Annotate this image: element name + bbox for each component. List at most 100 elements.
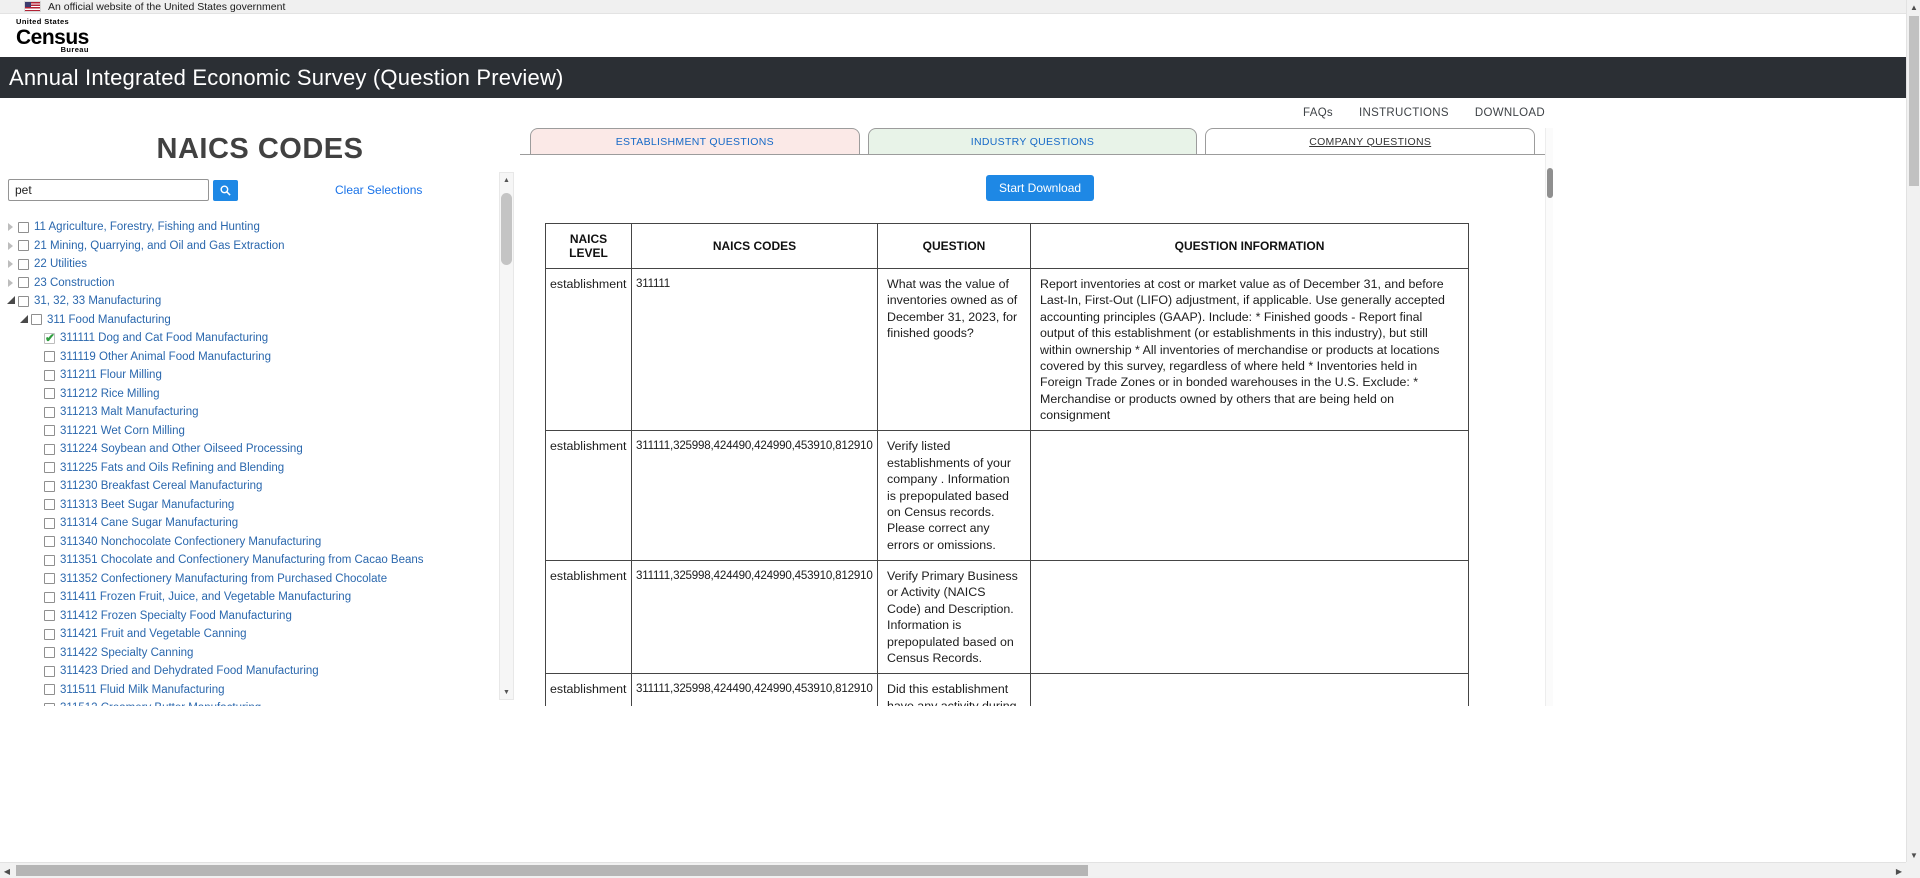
scroll-down-icon[interactable]: ▼ bbox=[500, 685, 513, 699]
checkbox-icon[interactable] bbox=[44, 444, 55, 455]
checkbox-icon[interactable] bbox=[18, 296, 29, 307]
tree-item: 311512 Creamery Butter Manufacturing bbox=[6, 699, 520, 706]
table-row: establishment311111,325998,424490,424990… bbox=[546, 431, 1469, 561]
scroll-left-icon[interactable]: ◀ bbox=[0, 864, 14, 878]
question-info-cell bbox=[1031, 674, 1469, 706]
checkbox-icon[interactable] bbox=[44, 425, 55, 436]
tree-expand-icon[interactable] bbox=[6, 222, 18, 232]
checkbox-icon[interactable] bbox=[44, 499, 55, 510]
tab-establishment-questions[interactable]: ESTABLISHMENT QUESTIONS bbox=[530, 128, 860, 154]
tree-item-label[interactable]: 311230 Breakfast Cereal Manufacturing bbox=[60, 480, 262, 492]
checkbox-icon[interactable] bbox=[44, 629, 55, 640]
checkbox-icon[interactable] bbox=[44, 573, 55, 584]
table-row: establishment311111What was the value of… bbox=[546, 269, 1469, 431]
tree-item-label[interactable]: 311224 Soybean and Other Oilseed Process… bbox=[60, 443, 303, 455]
checkbox-icon[interactable] bbox=[18, 259, 29, 270]
checkbox-icon[interactable] bbox=[44, 351, 55, 362]
tree-item-label[interactable]: 311352 Confectionery Manufacturing from … bbox=[60, 573, 387, 585]
tree-item-label[interactable]: 311512 Creamery Butter Manufacturing bbox=[60, 702, 261, 706]
tree-item-label[interactable]: 311111 Dog and Cat Food Manufacturing bbox=[60, 332, 268, 344]
tree-item-label[interactable]: 31, 32, 33 Manufacturing bbox=[34, 295, 161, 307]
tree-item-label[interactable]: 311313 Beet Sugar Manufacturing bbox=[60, 499, 234, 511]
question-cell: Verify Primary Business or Activity (NAI… bbox=[878, 561, 1031, 674]
tree-item-label[interactable]: 311421 Fruit and Vegetable Canning bbox=[60, 628, 247, 640]
scroll-up-icon[interactable]: ▲ bbox=[500, 173, 513, 187]
census-bureau-logo[interactable]: United States Census Bureau bbox=[16, 18, 89, 53]
content-scrollbar-thumb[interactable] bbox=[1547, 168, 1553, 198]
page-horizontal-scrollbar[interactable]: ◀ ▶ bbox=[0, 862, 1906, 878]
tree-indent-spacer bbox=[32, 407, 44, 417]
checkbox-icon[interactable] bbox=[18, 240, 29, 251]
tree-collapse-icon[interactable] bbox=[6, 296, 18, 306]
nav-link-instructions[interactable]: INSTRUCTIONS bbox=[1359, 107, 1449, 119]
tree-item-label[interactable]: 311221 Wet Corn Milling bbox=[60, 425, 185, 437]
tree-item-label[interactable]: 23 Construction bbox=[34, 277, 115, 289]
scroll-down-icon[interactable]: ▼ bbox=[1907, 848, 1920, 862]
checkbox-icon[interactable] bbox=[44, 703, 55, 706]
tree-item-label[interactable]: 22 Utilities bbox=[34, 258, 87, 270]
search-button[interactable] bbox=[213, 180, 238, 201]
clear-selections-link[interactable]: Clear Selections bbox=[335, 183, 422, 197]
tree-item-label[interactable]: 311411 Frozen Fruit, Juice, and Vegetabl… bbox=[60, 591, 351, 603]
scroll-right-icon[interactable]: ▶ bbox=[1892, 864, 1906, 878]
tree-item-label[interactable]: 311225 Fats and Oils Refining and Blendi… bbox=[60, 462, 284, 474]
checkbox-icon[interactable] bbox=[44, 536, 55, 547]
tree-expand-icon[interactable] bbox=[6, 278, 18, 288]
tree-expand-icon[interactable] bbox=[6, 259, 18, 269]
page-vertical-scrollbar-thumb[interactable] bbox=[1909, 16, 1919, 186]
tree-indent-spacer bbox=[32, 463, 44, 473]
tree-item-label[interactable]: 21 Mining, Quarrying, and Oil and Gas Ex… bbox=[34, 240, 285, 252]
checkbox-icon[interactable] bbox=[31, 314, 42, 325]
checkbox-checked-icon[interactable]: ✔ bbox=[44, 333, 55, 344]
tree-indent-spacer bbox=[32, 537, 44, 547]
tree-item-label[interactable]: 311340 Nonchocolate Confectionery Manufa… bbox=[60, 536, 321, 548]
tree-item-label[interactable]: 11 Agriculture, Forestry, Fishing and Hu… bbox=[34, 221, 260, 233]
tree-item-label[interactable]: 311211 Flour Milling bbox=[60, 369, 162, 381]
nav-link-faqs[interactable]: FAQs bbox=[1303, 107, 1333, 119]
page-horizontal-scrollbar-thumb[interactable] bbox=[16, 865, 1088, 876]
tree-expand-icon[interactable] bbox=[6, 241, 18, 251]
start-download-button[interactable]: Start Download bbox=[986, 175, 1094, 201]
checkbox-icon[interactable] bbox=[44, 462, 55, 473]
tab-industry-questions[interactable]: INDUSTRY QUESTIONS bbox=[868, 128, 1198, 154]
checkbox-icon[interactable] bbox=[44, 666, 55, 677]
questions-table: NAICS LEVELNAICS CODESQUESTIONQUESTION I… bbox=[545, 223, 1469, 706]
tree-item-label[interactable]: 311351 Chocolate and Confectionery Manuf… bbox=[60, 554, 424, 566]
naics-search-input[interactable] bbox=[8, 179, 209, 201]
checkbox-icon[interactable] bbox=[44, 407, 55, 418]
tab-company-questions[interactable]: COMPANY QUESTIONS bbox=[1205, 128, 1535, 154]
checkbox-icon[interactable] bbox=[44, 388, 55, 399]
tree-item-label[interactable]: 311511 Fluid Milk Manufacturing bbox=[60, 684, 225, 696]
tree-collapse-icon[interactable] bbox=[19, 315, 31, 325]
tree-item-label[interactable]: 311213 Malt Manufacturing bbox=[60, 406, 199, 418]
checkbox-icon[interactable] bbox=[44, 684, 55, 695]
tree-item-label[interactable]: 311212 Rice Milling bbox=[60, 388, 160, 400]
page-vertical-scrollbar[interactable]: ▲ ▼ bbox=[1906, 0, 1920, 862]
tree-item-label[interactable]: 311423 Dried and Dehydrated Food Manufac… bbox=[60, 665, 319, 677]
scroll-up-icon[interactable]: ▲ bbox=[1907, 0, 1920, 14]
tree-item-label[interactable]: 311422 Specialty Canning bbox=[60, 647, 193, 659]
question-info-cell bbox=[1031, 561, 1469, 674]
nav-link-download[interactable]: DOWNLOAD bbox=[1475, 107, 1545, 119]
tree-item-label[interactable]: 311119 Other Animal Food Manufacturing bbox=[60, 351, 271, 363]
tree-item-label[interactable]: 311 Food Manufacturing bbox=[47, 314, 171, 326]
checkbox-icon[interactable] bbox=[44, 592, 55, 603]
tree-item-label[interactable]: 311314 Cane Sugar Manufacturing bbox=[60, 517, 238, 529]
checkbox-icon[interactable] bbox=[44, 481, 55, 492]
tree-item-label[interactable]: 311412 Frozen Specialty Food Manufacturi… bbox=[60, 610, 292, 622]
checkbox-icon[interactable] bbox=[44, 370, 55, 381]
tree-indent-spacer bbox=[32, 426, 44, 436]
sidebar-scrollbar[interactable]: ▲ ▼ bbox=[499, 172, 514, 700]
checkbox-icon[interactable] bbox=[18, 277, 29, 288]
checkbox-icon[interactable] bbox=[44, 610, 55, 621]
naics-level-cell: establishment bbox=[546, 674, 632, 706]
sidebar-scrollbar-thumb[interactable] bbox=[501, 193, 512, 265]
checkbox-icon[interactable] bbox=[44, 555, 55, 566]
checkbox-icon[interactable] bbox=[44, 518, 55, 529]
checkbox-icon[interactable] bbox=[44, 647, 55, 658]
content-scrollbar[interactable] bbox=[1545, 128, 1553, 706]
column-header: QUESTION bbox=[878, 224, 1031, 269]
tree-indent-spacer bbox=[32, 444, 44, 454]
tree-item: 311511 Fluid Milk Manufacturing bbox=[6, 681, 520, 700]
checkbox-icon[interactable] bbox=[18, 222, 29, 233]
